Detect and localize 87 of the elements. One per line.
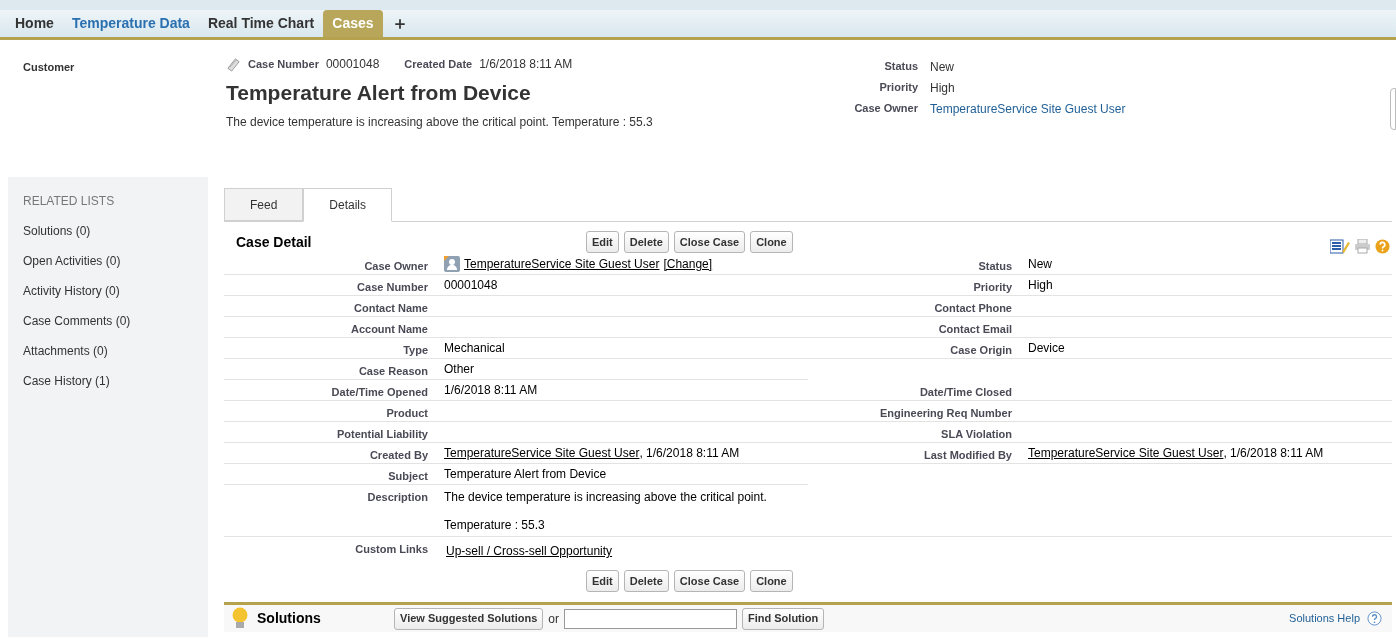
field-label: Priority [808, 275, 1020, 296]
field-label: Description [224, 485, 436, 537]
meta-value: 00001048 [325, 56, 380, 73]
field-label: Potential Liability [224, 422, 436, 443]
field-value: High [1028, 277, 1053, 294]
action-button[interactable]: Clone [750, 570, 793, 592]
solutions-title: Solutions [257, 609, 322, 628]
field-value: High [930, 80, 956, 97]
user-link[interactable]: TemperatureService Site Guest User [444, 444, 640, 462]
field-value: 00001048 [444, 277, 498, 294]
nav-tab[interactable]: Real Time Chart [198, 10, 324, 37]
customer-label: Customer [22, 60, 76, 75]
field-label: Case Owner [853, 101, 918, 116]
help-icon[interactable] [1375, 238, 1390, 254]
field-label: Account Name [224, 317, 436, 338]
description-text: Temperature : 55.3 [444, 517, 546, 534]
field-value: Mechanical [444, 340, 505, 357]
field-label: Contact Phone [808, 296, 1020, 317]
action-button[interactable]: Edit [586, 231, 619, 253]
action-button[interactable]: Close Case [673, 570, 746, 592]
related-list-link[interactable]: Activity History (0) [23, 282, 208, 312]
lightbulb-icon [231, 606, 249, 631]
meta-value: 1/6/2018 8:11 AM [479, 56, 573, 73]
field-value: Other [444, 361, 474, 378]
view-tab[interactable]: Details [303, 188, 393, 222]
panel-handle[interactable] [1390, 88, 1396, 130]
related-list-link[interactable]: Open Activities (0) [23, 252, 208, 282]
field-label: Status [808, 254, 1020, 275]
meta-label: Case Number [248, 56, 319, 72]
nav-tab[interactable]: Temperature Data [62, 10, 199, 37]
action-button[interactable]: Delete [623, 231, 669, 253]
solutions-help-link[interactable]: Solutions Help [1289, 610, 1360, 627]
user-link[interactable]: TemperatureService Site Guest User [1028, 444, 1224, 462]
field-label: Priority [878, 80, 918, 95]
field-label: Date/Time Closed [808, 380, 1020, 401]
field-value: New [1028, 256, 1052, 273]
field-label: Contact Email [808, 317, 1020, 338]
action-button[interactable]: Edit [586, 570, 619, 592]
field-value: New [930, 59, 955, 76]
field-label: Case Number [224, 275, 436, 296]
field-label: Date/Time Opened [224, 380, 436, 401]
user-link[interactable]: TemperatureService Site Guest User [464, 255, 660, 273]
related-list-link[interactable]: Solutions (0) [23, 222, 208, 252]
field-label: Case Reason [224, 359, 436, 380]
user-icon [444, 256, 460, 272]
field-label: Contact Name [224, 296, 436, 317]
nav-tab[interactable]: Home [6, 10, 63, 37]
field-label: Created By [224, 443, 436, 464]
case-title: Temperature Alert from Device [226, 80, 532, 106]
field-value: Temperature Alert from Device [444, 466, 607, 483]
custom-link[interactable]: Up-sell / Cross-sell Opportunity [446, 544, 613, 558]
user-link[interactable]: [Change] [663, 255, 713, 273]
field-value: Device [1028, 340, 1065, 357]
field-label: Case Owner [224, 254, 436, 275]
edit-layout-icon[interactable] [1330, 238, 1350, 254]
related-list-link[interactable]: Attachments (0) [23, 342, 208, 372]
action-button[interactable]: Close Case [673, 231, 746, 253]
field-label: Engineering Req Number [808, 401, 1020, 422]
case-icon [226, 56, 241, 72]
related-list-link[interactable]: Case History (1) [23, 372, 208, 402]
action-button[interactable]: Clone [750, 231, 793, 253]
field-label: Case Origin [808, 338, 1020, 359]
owner-link[interactable]: TemperatureService Site Guest User [930, 100, 1126, 118]
action-button[interactable]: View Suggested Solutions [394, 607, 544, 630]
field-label: Type [224, 338, 436, 359]
meta-label: Created Date [404, 56, 473, 72]
field-value: 1/6/2018 8:11 AM [444, 382, 538, 399]
or-text: or [548, 610, 559, 628]
field-label: Subject [224, 464, 436, 485]
section-title: Case Detail [235, 232, 313, 252]
field-label: Last Modified By [808, 443, 1020, 464]
help-icon[interactable] [1367, 611, 1382, 626]
field-label: Status [883, 59, 918, 74]
action-button[interactable]: Find Solution [742, 607, 825, 630]
field-value: , 1/6/2018 8:11 AM [1223, 445, 1324, 462]
field-value: , 1/6/2018 8:11 AM [639, 445, 740, 462]
sidebar-title: RELATED LISTS [23, 193, 116, 210]
field-label: SLA Violation [808, 422, 1020, 443]
action-button[interactable]: Delete [623, 570, 669, 592]
field-label: Custom Links [354, 542, 429, 557]
field-label: Product [224, 401, 436, 422]
description-text: The device temperature is increasing above the critical point. [444, 489, 768, 506]
related-list-link[interactable]: Case Comments (0) [23, 312, 208, 342]
case-description: The device temperature is increasing above the critical point. Temperature : 55.3 [226, 113, 654, 131]
solution-search-field[interactable] [564, 608, 737, 629]
view-tab[interactable]: Feed [224, 188, 304, 221]
print-icon[interactable] [1354, 238, 1371, 254]
